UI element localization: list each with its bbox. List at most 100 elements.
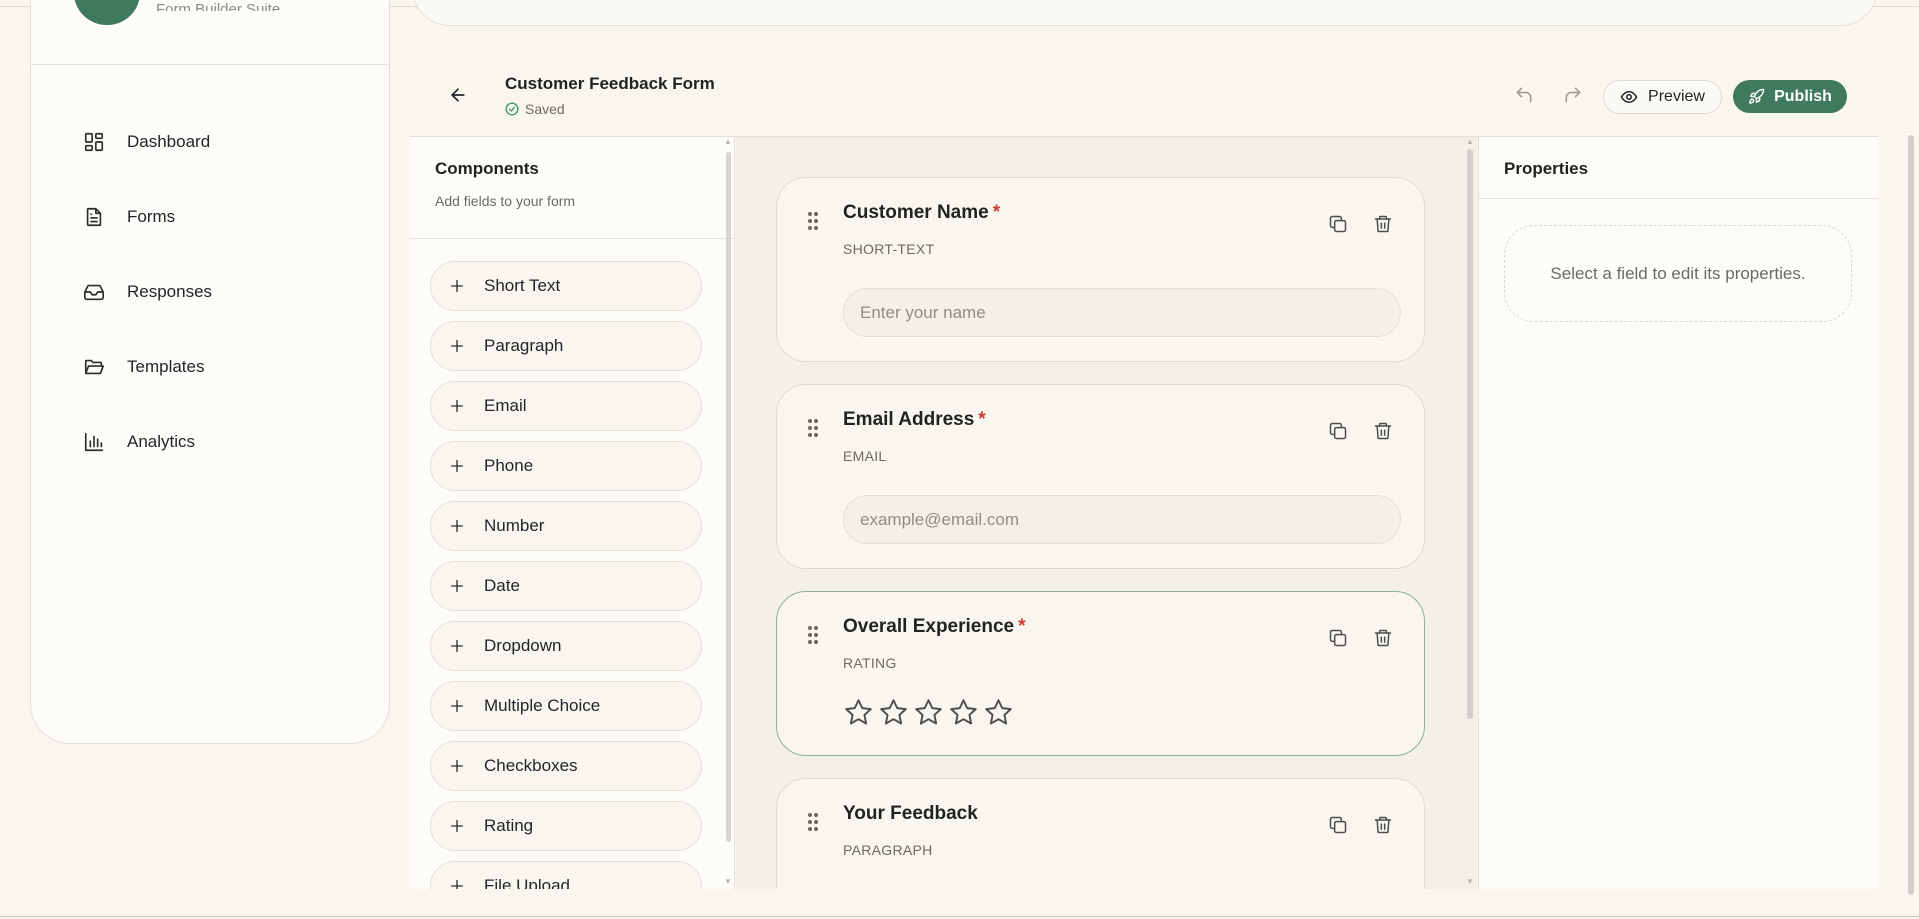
duplicate-button[interactable]: [1326, 626, 1350, 650]
back-button[interactable]: [448, 82, 468, 112]
scroll-down-arrow-icon[interactable]: ▼: [724, 877, 732, 886]
components-subtitle: Add fields to your form: [435, 193, 576, 209]
publish-button[interactable]: Publish: [1733, 80, 1847, 113]
plus-icon: [447, 696, 467, 716]
eye-icon: [1620, 88, 1638, 106]
trash-icon: [1374, 215, 1392, 233]
plus-icon: [447, 336, 467, 356]
canvas-scrollbar[interactable]: [1467, 149, 1473, 719]
drag-handle-icon[interactable]: [807, 211, 819, 231]
plus-icon: [447, 636, 467, 656]
window-bottom-border: [0, 916, 1919, 917]
field-card-overall-experience[interactable]: Overall Experience * RATING: [776, 591, 1425, 756]
copy-icon: [1329, 816, 1347, 834]
field-label: Overall Experience *: [843, 616, 1026, 637]
star-rating[interactable]: [843, 697, 1018, 728]
duplicate-button[interactable]: [1326, 212, 1350, 236]
component-file-upload[interactable]: File Upload: [430, 861, 702, 889]
component-dropdown[interactable]: Dropdown: [430, 621, 702, 671]
sidebar-item-dashboard[interactable]: Dashboard: [31, 104, 389, 179]
scroll-up-arrow-icon[interactable]: ▲: [1466, 137, 1474, 146]
document-icon: [81, 204, 107, 230]
undo-button[interactable]: [1511, 84, 1537, 110]
plus-icon: [447, 576, 467, 596]
sidebar-item-templates[interactable]: Templates: [31, 329, 389, 404]
component-label: File Upload: [484, 876, 570, 889]
star-icon[interactable]: [983, 697, 1014, 728]
delete-button[interactable]: [1371, 212, 1395, 236]
field-card-email-address[interactable]: Email Address * EMAIL: [776, 384, 1425, 569]
dashboard-icon: [81, 129, 107, 155]
drag-handle-icon[interactable]: [807, 418, 819, 438]
plus-icon: [447, 756, 467, 776]
component-date[interactable]: Date: [430, 561, 702, 611]
preview-label: Preview: [1648, 88, 1705, 105]
field-card-customer-name[interactable]: Customer Name * SHORT-TEXT: [776, 177, 1425, 362]
components-list: Short Text Paragraph Email Phone Number …: [430, 261, 702, 889]
field-type: SHORT-TEXT: [843, 241, 935, 257]
email-field[interactable]: [843, 495, 1401, 544]
components-scrollbar[interactable]: [726, 152, 731, 842]
sidebar-item-label: Forms: [127, 206, 176, 226]
sidebar-item-label: Analytics: [127, 431, 196, 451]
drag-handle-icon[interactable]: [807, 625, 819, 645]
customer-name-input[interactable]: [843, 288, 1401, 337]
duplicate-button[interactable]: [1326, 813, 1350, 837]
component-short-text[interactable]: Short Text: [430, 261, 702, 311]
component-label: Rating: [484, 816, 534, 835]
rocket-icon: [1748, 88, 1765, 105]
delete-button[interactable]: [1371, 626, 1395, 650]
component-label: Multiple Choice: [484, 696, 601, 715]
properties-divider: [1479, 198, 1878, 199]
sidebar-item-label: Responses: [127, 281, 213, 301]
sidebar: Form Builder Suite Dashboard Forms Respo…: [30, 0, 390, 744]
component-label: Number: [484, 516, 545, 535]
component-rating[interactable]: Rating: [430, 801, 702, 851]
star-icon[interactable]: [948, 697, 979, 728]
redo-button[interactable]: [1560, 84, 1586, 110]
top-search-bar[interactable]: [412, 0, 1878, 26]
undo-icon: [1514, 85, 1534, 110]
component-paragraph[interactable]: Paragraph: [430, 321, 702, 371]
trash-icon: [1374, 629, 1392, 647]
sidebar-item-analytics[interactable]: Analytics: [31, 404, 389, 479]
delete-button[interactable]: [1371, 813, 1395, 837]
star-icon[interactable]: [913, 697, 944, 728]
component-label: Checkboxes: [484, 756, 578, 775]
plus-icon: [447, 816, 467, 836]
plus-icon: [447, 516, 467, 536]
inbox-icon: [81, 279, 107, 305]
required-marker: *: [978, 409, 986, 430]
page-scrollbar[interactable]: [1908, 135, 1914, 895]
sidebar-item-forms[interactable]: Forms: [31, 179, 389, 254]
plus-icon: [447, 876, 467, 889]
component-label: Date: [484, 576, 520, 595]
field-type: RATING: [843, 655, 897, 671]
component-number[interactable]: Number: [430, 501, 702, 551]
check-circle-icon: [505, 102, 519, 116]
components-divider: [410, 238, 734, 239]
plus-icon: [447, 456, 467, 476]
component-checkboxes[interactable]: Checkboxes: [430, 741, 702, 791]
component-email[interactable]: Email: [430, 381, 702, 431]
star-icon[interactable]: [878, 697, 909, 728]
sidebar-nav: Dashboard Forms Responses Templates Anal…: [31, 104, 389, 479]
component-label: Paragraph: [484, 336, 564, 355]
duplicate-button[interactable]: [1326, 419, 1350, 443]
sidebar-divider: [31, 64, 389, 65]
plus-icon: [447, 396, 467, 416]
scroll-up-arrow-icon[interactable]: ▲: [724, 137, 732, 146]
scroll-down-arrow-icon[interactable]: ▼: [1466, 877, 1474, 886]
component-multiple-choice[interactable]: Multiple Choice: [430, 681, 702, 731]
delete-button[interactable]: [1371, 419, 1395, 443]
properties-empty-state: Select a field to edit its properties.: [1504, 225, 1852, 322]
field-card-your-feedback[interactable]: Your Feedback PARAGRAPH: [776, 778, 1425, 889]
copy-icon: [1329, 629, 1347, 647]
drag-handle-icon[interactable]: [807, 812, 819, 832]
save-status: Saved: [505, 101, 565, 117]
brand-subtitle: Form Builder Suite: [156, 1, 281, 11]
star-icon[interactable]: [843, 697, 874, 728]
sidebar-item-responses[interactable]: Responses: [31, 254, 389, 329]
component-phone[interactable]: Phone: [430, 441, 702, 491]
preview-button[interactable]: Preview: [1603, 80, 1722, 114]
